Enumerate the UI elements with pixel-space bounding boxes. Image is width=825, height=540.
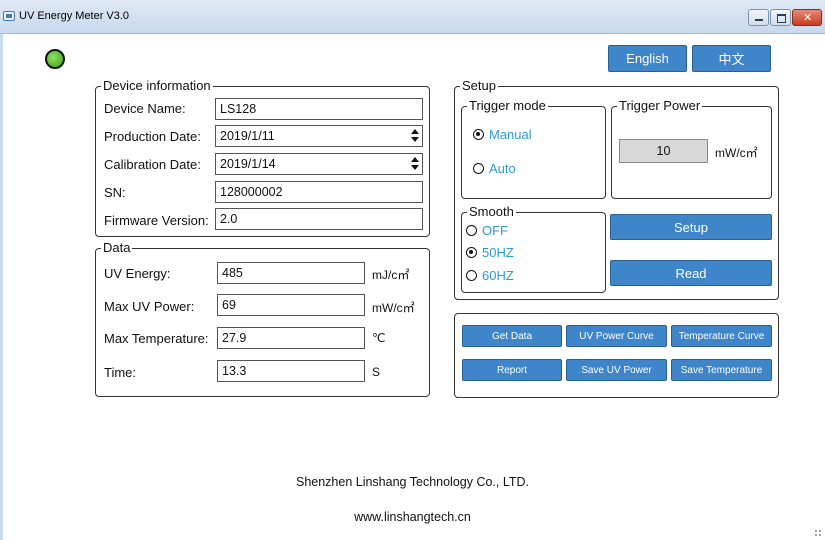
setup-button[interactable]: Setup	[610, 214, 772, 240]
firmware-label: Firmware Version:	[104, 213, 209, 228]
production-date-picker[interactable]: 2019/1/11	[215, 125, 423, 147]
actions-group: Get Data UV Power Curve Temperature Curv…	[454, 313, 779, 398]
uv-power-curve-button[interactable]: UV Power Curve	[566, 325, 667, 347]
window-title: UV Energy Meter V3.0	[19, 10, 130, 22]
max-uv-power-unit: mW/c㎡	[372, 301, 415, 315]
max-temperature-value: 27.9	[222, 331, 247, 345]
report-button[interactable]: Report	[462, 359, 562, 381]
sn-field[interactable]: 128000002	[215, 181, 423, 203]
firmware-value: 2.0	[220, 212, 238, 226]
trigger-manual-label: Manual	[489, 127, 532, 142]
uv-energy-field[interactable]: 485	[217, 262, 365, 284]
trigger-power-value: 10	[656, 144, 671, 158]
calibration-date-value: 2019/1/14	[220, 157, 276, 171]
trigger-auto-radio[interactable]: Auto	[473, 161, 516, 176]
trigger-power-legend: Trigger Power	[617, 98, 703, 114]
uv-energy-value: 485	[222, 266, 243, 280]
app-icon	[3, 11, 15, 21]
company-name: Shenzhen Linshang Technology Co., LTD.	[295, 475, 530, 489]
time-field[interactable]: 13.3	[217, 360, 365, 382]
setup-legend: Setup	[460, 78, 498, 94]
trigger-auto-label: Auto	[489, 161, 516, 176]
radio-selected-icon	[473, 129, 484, 140]
trigger-power-field[interactable]: 10	[619, 139, 708, 163]
sn-value: 128000002	[220, 185, 283, 199]
trigger-power-group: Trigger Power 10 mW/c㎡	[611, 98, 772, 199]
uv-energy-unit: mJ/c㎡	[372, 268, 410, 282]
read-button[interactable]: Read	[610, 260, 772, 286]
time-value: 13.3	[222, 364, 247, 378]
resize-grip-icon[interactable]	[814, 529, 822, 537]
production-date-value: 2019/1/11	[220, 129, 275, 143]
title-bar: UV Energy Meter V3.0	[0, 0, 825, 34]
minimize-button[interactable]	[748, 9, 769, 26]
data-legend: Data	[101, 240, 133, 256]
connection-status-led	[45, 49, 65, 69]
production-date-label: Production Date:	[104, 129, 201, 144]
chinese-button[interactable]: 中文	[692, 45, 771, 72]
max-temperature-field[interactable]: 27.9	[217, 327, 365, 349]
max-temperature-unit: ℃	[372, 331, 386, 345]
max-uv-power-field[interactable]: 69	[217, 294, 365, 316]
max-temperature-label: Max Temperature:	[104, 331, 209, 346]
device-name-label: Device Name:	[104, 101, 186, 116]
max-uv-power-value: 69	[222, 298, 236, 312]
smooth-off-radio[interactable]: OFF	[466, 223, 508, 238]
smooth-legend: Smooth	[467, 204, 516, 220]
time-label: Time:	[104, 365, 137, 380]
calibration-date-picker[interactable]: 2019/1/14	[215, 153, 423, 175]
radio-unselected-icon	[466, 270, 477, 281]
device-name-field[interactable]: LS128	[215, 98, 423, 120]
firmware-field[interactable]: 2.0	[215, 208, 423, 230]
uv-energy-label: UV Energy:	[104, 266, 171, 281]
trigger-mode-legend: Trigger mode	[467, 98, 548, 114]
radio-unselected-icon	[473, 163, 484, 174]
temperature-curve-button[interactable]: Temperature Curve	[671, 325, 772, 347]
save-temperature-button[interactable]: Save Temperature	[671, 359, 772, 381]
setup-group: Setup Trigger mode Manual Auto Trigger P…	[454, 78, 779, 300]
max-uv-power-label: Max UV Power:	[104, 299, 195, 314]
smooth-50hz-label: 50HZ	[482, 245, 514, 260]
smooth-50hz-radio[interactable]: 50HZ	[466, 245, 514, 260]
maximize-button[interactable]	[770, 9, 791, 26]
calibration-date-label: Calibration Date:	[104, 157, 201, 172]
radio-unselected-icon	[466, 225, 477, 236]
save-uv-power-button[interactable]: Save UV Power	[566, 359, 667, 381]
company-website: www.linshangtech.cn	[354, 510, 471, 524]
time-unit: S	[372, 365, 381, 379]
smooth-60hz-label: 60HZ	[482, 268, 514, 283]
english-button[interactable]: English	[608, 45, 687, 72]
trigger-mode-group: Trigger mode Manual Auto	[461, 98, 606, 199]
trigger-power-unit: mW/c㎡	[715, 146, 758, 160]
date-spinner-icon[interactable]	[411, 156, 419, 172]
device-info-group: Device information Device Name: LS128 Pr…	[95, 78, 430, 237]
sn-label: SN:	[104, 185, 126, 200]
smooth-group: Smooth OFF 50HZ 60HZ	[461, 204, 606, 293]
smooth-60hz-radio[interactable]: 60HZ	[466, 268, 514, 283]
radio-selected-icon	[466, 247, 477, 258]
date-spinner-icon[interactable]	[411, 128, 419, 144]
data-group: Data UV Energy: 485 mJ/c㎡ Max UV Power: …	[95, 240, 430, 397]
device-name-value: LS128	[220, 102, 257, 116]
get-data-button[interactable]: Get Data	[462, 325, 562, 347]
device-info-legend: Device information	[101, 78, 213, 94]
smooth-off-label: OFF	[482, 223, 508, 238]
trigger-manual-radio[interactable]: Manual	[473, 127, 532, 142]
window-frame	[0, 34, 3, 540]
close-button[interactable]	[792, 9, 822, 26]
